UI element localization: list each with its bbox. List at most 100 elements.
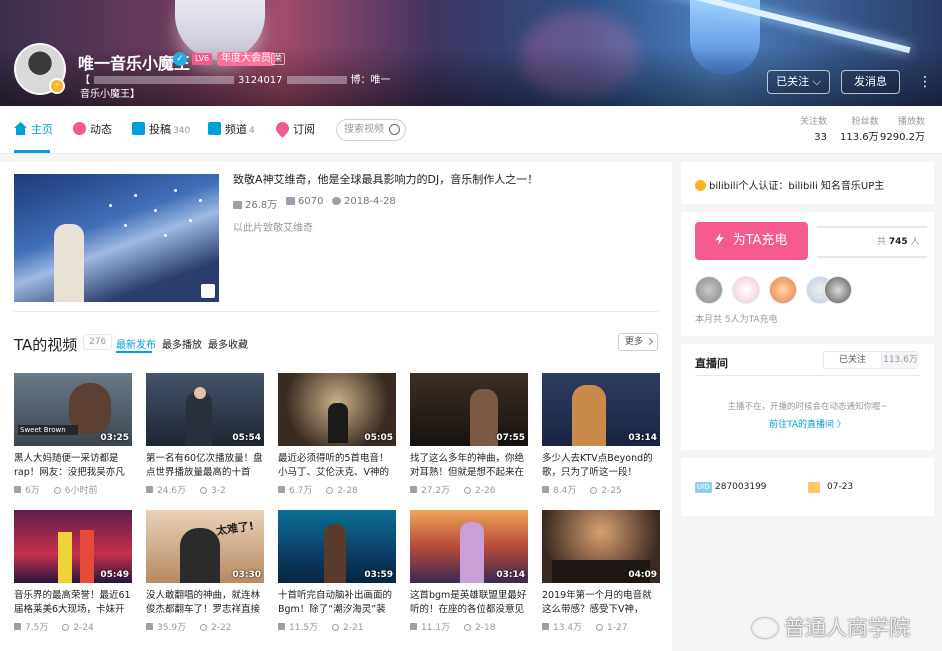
clock-icon bbox=[53, 487, 61, 494]
goto-live-room-link[interactable]: 前往TA的直播间 〉 bbox=[681, 417, 934, 430]
clock-icon bbox=[596, 624, 604, 631]
video-duration: 05:49 bbox=[100, 570, 129, 580]
clock-icon bbox=[326, 487, 334, 494]
live-follow-label[interactable]: 已关注 bbox=[824, 352, 882, 368]
uid-icon: UID bbox=[695, 482, 712, 493]
featured-plays: 26.8万 bbox=[233, 196, 277, 211]
video-title[interactable]: 找了这么多年的神曲，你绝对耳熟！但就是想不起来在哪听 bbox=[410, 452, 528, 480]
lightning-icon bbox=[715, 233, 724, 245]
video-card[interactable]: 03:59 十首听完自动脑补出画面的Bgm！除了“潮汐海灵”裴 11.5万 2-2… bbox=[278, 510, 396, 633]
video-title[interactable]: 十首听完自动脑补出画面的Bgm！除了“潮汐海灵”裴 bbox=[278, 589, 396, 617]
live-offline-message: 主播不在，开播的时候会在动态通知你喔~ bbox=[727, 402, 888, 412]
video-thumbnail[interactable]: Sweet Brown 03:25 bbox=[14, 373, 132, 446]
charge-total-prefix: 共 bbox=[877, 237, 887, 247]
video-thumbnail[interactable]: 04:09 bbox=[542, 510, 660, 583]
sort-most-favorited[interactable]: 最多收藏 bbox=[208, 336, 248, 351]
video-thumbnail[interactable]: 太难了! 03:30 bbox=[146, 510, 264, 583]
watermark: 普通人商学院 bbox=[752, 612, 910, 642]
stat-fans[interactable]: 粉丝数 113.6万 bbox=[840, 116, 879, 144]
tab-channels-label: 频道 bbox=[225, 123, 247, 136]
channel-icon bbox=[208, 122, 221, 135]
video-title[interactable]: 没人敢翻唱的神曲，就连林俊杰都翻车了！罗志祥直接唱到 bbox=[146, 589, 264, 617]
play-count-icon bbox=[146, 486, 153, 493]
video-title[interactable]: 2019年第一个月的电音就这么带感？感受下V神，R3，硬 bbox=[542, 589, 660, 617]
video-duration: 07:55 bbox=[496, 433, 525, 443]
video-duration: 03:30 bbox=[232, 570, 261, 580]
video-card[interactable]: 03:14 这首bgm是英雄联盟里最好听的！在座的各位都没意见吧？ 11.1万 2… bbox=[410, 510, 528, 633]
tab-channels[interactable]: 频道 4 bbox=[208, 122, 255, 138]
sort-most-played[interactable]: 最多播放 bbox=[162, 336, 202, 351]
search-icon[interactable] bbox=[389, 124, 400, 135]
play-count-icon bbox=[233, 201, 242, 209]
video-thumbnail[interactable]: 03:59 bbox=[278, 510, 396, 583]
live-fans-count: 113.6万 bbox=[882, 352, 919, 368]
tab-dynamics[interactable]: 动态 bbox=[73, 122, 112, 138]
clock-icon bbox=[464, 487, 472, 494]
dynamics-icon bbox=[73, 122, 86, 135]
video-thumbnail[interactable]: 03:14 bbox=[542, 373, 660, 446]
video-title[interactable]: 音乐界的最高荣誉！最近61届格莱美6大现场，卡妹开场就 bbox=[14, 589, 132, 617]
video-thumbnail[interactable]: 05:54 bbox=[146, 373, 264, 446]
live-follow-control[interactable]: 已关注 113.6万 bbox=[823, 351, 919, 369]
tab-uploads[interactable]: 投稿 340 bbox=[132, 122, 190, 138]
avatar[interactable]: ⚡ bbox=[14, 43, 66, 95]
supporter-avatar[interactable] bbox=[695, 276, 723, 304]
video-card[interactable]: 03:14 多少人去KTV点Beyond的歌，只为了听这一段！ 8.4万 2-25 bbox=[542, 373, 660, 496]
featured-video-thumbnail[interactable] bbox=[14, 174, 219, 302]
divider bbox=[14, 311, 658, 312]
tab-home[interactable]: 主页 bbox=[14, 122, 53, 138]
video-time: 6小时前 bbox=[64, 486, 98, 496]
certification-label: bilibili个人认证：bilibili 知名音乐UP主 bbox=[709, 181, 885, 192]
video-meta: 7.5万 2-24 bbox=[14, 620, 132, 633]
followed-button[interactable]: 已关注 ⌵ bbox=[767, 70, 830, 94]
video-meta: 11.1万 2-18 bbox=[410, 620, 528, 633]
video-thumbnail[interactable]: 05:05 bbox=[278, 373, 396, 446]
sort-latest[interactable]: 最新发布 bbox=[116, 336, 156, 351]
video-card[interactable]: 太难了! 03:30 没人敢翻唱的神曲，就连林俊杰都翻车了！罗志祥直接唱到 35… bbox=[146, 510, 264, 633]
video-plays: 6.7万 bbox=[289, 486, 313, 496]
tab-subscriptions[interactable]: 订阅 bbox=[273, 119, 315, 138]
signature-blurred-2 bbox=[286, 76, 347, 84]
honor-badge[interactable]: 荣 bbox=[271, 53, 285, 65]
more-videos-label: 更多 bbox=[625, 337, 644, 347]
video-plays: 35.9万 bbox=[157, 623, 187, 633]
corner-badge-icon bbox=[201, 284, 215, 298]
send-message-button[interactable]: 发消息 bbox=[841, 70, 900, 94]
certification-panel: bilibili个人认证：bilibili 知名音乐UP主 bbox=[681, 162, 934, 204]
more-options-icon[interactable]: ⋮ bbox=[918, 70, 932, 94]
charge-button[interactable]: 为TA充电 bbox=[695, 222, 808, 260]
stat-plays-value: 9290.2万 bbox=[880, 132, 925, 143]
video-time: 2-24 bbox=[73, 623, 94, 633]
play-count-icon bbox=[542, 486, 549, 493]
video-card[interactable]: 07:55 找了这么多年的神曲，你绝对耳熟！但就是想不起来在哪听 27.2万 2-… bbox=[410, 373, 528, 496]
video-thumbnail[interactable]: 03:14 bbox=[410, 510, 528, 583]
video-thumbnail[interactable]: 07:55 bbox=[410, 373, 528, 446]
play-count-icon bbox=[410, 623, 417, 630]
more-videos-button[interactable]: 更多 bbox=[618, 333, 658, 351]
video-plays: 7.5万 bbox=[25, 623, 49, 633]
video-card[interactable]: 05:05 最近必须得听的5首电音！小马丁、艾伦沃克、V神的歌都 6.7万 2-2… bbox=[278, 373, 396, 496]
supporter-avatar[interactable] bbox=[769, 276, 797, 304]
tab-uploads-label: 投稿 bbox=[149, 123, 171, 136]
clock-icon bbox=[464, 624, 472, 631]
video-title[interactable]: 最近必须得听的5首电音！小马丁、艾伦沃克、V神的歌都 bbox=[278, 452, 396, 480]
featured-video-title[interactable]: 致敬A神艾维奇，他是全球最具影响力的DJ，音乐制作人之一！ bbox=[233, 171, 538, 187]
video-card[interactable]: Sweet Brown 03:25 黑人大妈随便一采访都是rap！网友：没把我吴… bbox=[14, 373, 132, 496]
featured-date-value: 2018-4-28 bbox=[344, 196, 396, 207]
video-title[interactable]: 黑人大妈随便一采访都是rap！网友：没把我吴亦凡放 bbox=[14, 452, 132, 480]
video-title[interactable]: 第一名有60亿次播放量！盘点世界播放量最高的十首歌！ bbox=[146, 452, 264, 480]
video-card[interactable]: 04:09 2019年第一个月的电音就这么带感？感受下V神，R3，硬 13.4万… bbox=[542, 510, 660, 633]
supporter-avatar[interactable] bbox=[732, 276, 760, 304]
video-search-input[interactable]: 搜索视频 bbox=[336, 119, 406, 141]
video-thumbnail[interactable]: 05:49 bbox=[14, 510, 132, 583]
vip-badge[interactable]: 年度大会员 bbox=[217, 52, 275, 66]
video-card[interactable]: 05:54 第一名有60亿次播放量！盘点世界播放量最高的十首歌！ 24.6万 3-… bbox=[146, 373, 264, 496]
supporter-avatar[interactable] bbox=[824, 276, 852, 304]
video-title[interactable]: 多少人去KTV点Beyond的歌，只为了听这一段！ bbox=[542, 452, 660, 480]
video-title[interactable]: 这首bgm是英雄联盟里最好听的！在座的各位都没意见吧？ bbox=[410, 589, 528, 617]
clock-icon bbox=[332, 624, 340, 631]
stat-following[interactable]: 关注数 33 bbox=[800, 116, 827, 144]
video-card[interactable]: 05:49 音乐界的最高荣誉！最近61届格莱美6大现场，卡妹开场就 7.5万 2-… bbox=[14, 510, 132, 633]
video-meta: 11.5万 2-21 bbox=[278, 620, 396, 633]
video-time: 2-21 bbox=[343, 623, 364, 633]
